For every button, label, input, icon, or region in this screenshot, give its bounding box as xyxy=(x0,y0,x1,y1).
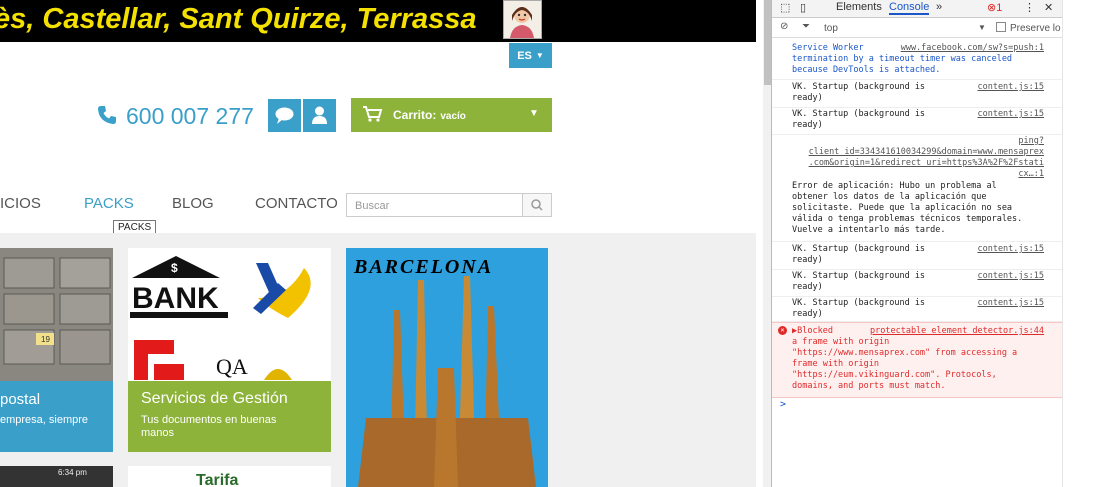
log-source-link[interactable]: content.js:15 xyxy=(977,82,1044,93)
qa-logo-text: QA xyxy=(216,354,248,379)
page-scrollbar-thumb[interactable] xyxy=(764,0,771,85)
avatar xyxy=(503,0,542,39)
error-counter[interactable]: ⊗1 xyxy=(987,1,1002,14)
banner-text: ès, Castellar, Sant Quirze, Terrassa xyxy=(0,3,477,35)
clear-console-icon[interactable]: ⊘ xyxy=(780,21,788,32)
log-message: ▶Blocked a frame with origin "https://ww… xyxy=(792,326,1018,391)
preserve-log-checkbox[interactable] xyxy=(996,22,1006,32)
log-message: VK. Startup (background is ready) xyxy=(792,271,926,292)
console-toolbar: ⊘ ⏷ top ▼ Preserve lo xyxy=(772,18,1062,38)
error-log-entry: ✕ protectable element detector.js:44 ▶Bl… xyxy=(772,322,1062,398)
log-entry: content.js:15 VK. Startup (background is… xyxy=(772,81,1062,108)
inspect-element-icon[interactable]: ⬚ xyxy=(780,1,790,14)
card-postal-text: empresa, siempre xyxy=(0,414,89,426)
log-message: VK. Startup (background is ready) xyxy=(792,298,926,319)
preserve-log-label: Preserve lo xyxy=(1010,23,1061,34)
card-tarifa-image[interactable]: Tarifa xyxy=(128,466,331,487)
nav-contact[interactable]: CONTACTO xyxy=(255,195,338,212)
svg-text:$: $ xyxy=(171,261,178,275)
log-entry: www.facebook.com/sw?s=push:1 Service Wor… xyxy=(772,43,1062,80)
mailboxes-image: 19 xyxy=(0,248,113,381)
caret-down-icon: ▼ xyxy=(529,108,539,119)
devtools-panel: ⬚ ▯ Elements Console » ⊗1 ⋮ ✕ ⊘ ⏷ top ▼ … xyxy=(772,0,1062,487)
log-entry: content.js:15 VK. Startup (background is… xyxy=(772,108,1062,135)
more-tabs-icon[interactable]: » xyxy=(936,1,942,13)
language-selector[interactable]: ES ▼ xyxy=(509,43,552,68)
log-source-link[interactable]: content.js:15 xyxy=(977,244,1044,255)
device-toolbar-icon[interactable]: ▯ xyxy=(800,1,806,14)
svg-text:19: 19 xyxy=(41,335,50,344)
caret-down-icon: ▼ xyxy=(535,51,544,60)
cart-status: vacío xyxy=(440,111,466,122)
card-postal-title: postal xyxy=(0,391,41,408)
bank-logo-text: BANK xyxy=(132,282,219,315)
log-source-link[interactable]: content.js:15 xyxy=(977,271,1044,282)
caret-down-icon[interactable]: ▼ xyxy=(978,23,986,32)
shopping-cart-icon xyxy=(363,106,383,122)
user-account-button[interactable] xyxy=(303,99,336,132)
phone-number[interactable]: 600 007 277 xyxy=(126,103,254,130)
console-prompt[interactable]: > xyxy=(780,399,786,410)
chat-icon xyxy=(275,107,294,124)
search-button[interactable] xyxy=(522,193,552,217)
search-input[interactable]: Buscar xyxy=(346,193,523,217)
card-gestion-text: Tus documentos en buenas manos xyxy=(141,414,277,439)
log-message: VK. Startup (background is ready) xyxy=(792,109,926,130)
avatar-image xyxy=(510,7,534,38)
log-source-link[interactable]: content.js:15 xyxy=(977,298,1044,309)
phone-status-time: 6:34 pm xyxy=(58,468,87,477)
card-postal-caption[interactable]: postal empresa, siempre xyxy=(0,381,113,452)
gestion-logos-image: $ BANK QA xyxy=(130,256,311,380)
error-icon: ✕ xyxy=(778,326,787,335)
devtools-gutter xyxy=(1062,0,1100,487)
error-count: 1 xyxy=(996,2,1003,14)
log-source-link[interactable]: content.js:15 xyxy=(977,109,1044,120)
user-icon xyxy=(312,106,327,124)
nav-blog[interactable]: BLOG xyxy=(172,195,214,212)
log-entry: content.js:15 VK. Startup (background is… xyxy=(772,297,1062,322)
sagrada-familia-image xyxy=(358,276,536,487)
website-viewport: ès, Castellar, Sant Quirze, Terrassa ES … xyxy=(0,0,756,487)
log-message: Service Worker termination by a timeout … xyxy=(792,43,1013,75)
tab-console[interactable]: Console xyxy=(889,1,930,15)
language-label: ES xyxy=(517,49,532,62)
log-source-link[interactable]: ping? client_id=334341610034299&domain=w… xyxy=(809,136,1044,180)
card-tarifa-text: Tarifa xyxy=(196,472,239,487)
chat-button[interactable] xyxy=(268,99,301,132)
card-gestion-title: Servicios de Gestión xyxy=(141,390,288,407)
header-banner: ès, Castellar, Sant Quirze, Terrassa xyxy=(0,0,756,42)
nav-services[interactable]: VICIOS xyxy=(0,195,41,212)
card-barcelona-image[interactable]: BARCELONA xyxy=(346,248,548,487)
card-gestion-caption[interactable]: Servicios de Gestión Tus documentos en b… xyxy=(128,381,331,452)
close-icon[interactable]: ✕ xyxy=(1044,1,1053,14)
search-icon xyxy=(531,199,543,211)
devtools-tabbar: ⬚ ▯ Elements Console » ⊗1 ⋮ ✕ xyxy=(772,0,1062,18)
filter-icon[interactable]: ⏷ xyxy=(802,21,810,32)
phone-icon xyxy=(98,106,116,124)
tab-elements[interactable]: Elements xyxy=(836,1,882,13)
log-message: VK. Startup (background is ready) xyxy=(792,244,926,265)
log-message: VK. Startup (background is ready) xyxy=(792,82,926,103)
log-entry: ping? client_id=334341610034299&domain=w… xyxy=(772,135,1062,242)
context-selector[interactable]: top xyxy=(824,23,838,34)
cart-label: Carrito: xyxy=(393,108,437,122)
log-entry: content.js:15 VK. Startup (background is… xyxy=(772,243,1062,270)
log-message: Error de aplicación: Hubo un problema al… xyxy=(792,181,1023,235)
nav-packs[interactable]: PACKS xyxy=(84,195,134,212)
card-phone-image[interactable]: 6:34 pm xyxy=(0,466,113,487)
menu-icon[interactable]: ⋮ xyxy=(1024,1,1035,14)
cart-label-group: Carrito: vacío xyxy=(393,108,466,122)
log-entry: content.js:15 VK. Startup (background is… xyxy=(772,270,1062,297)
cart-button[interactable]: Carrito: vacío ▼ xyxy=(351,98,552,132)
